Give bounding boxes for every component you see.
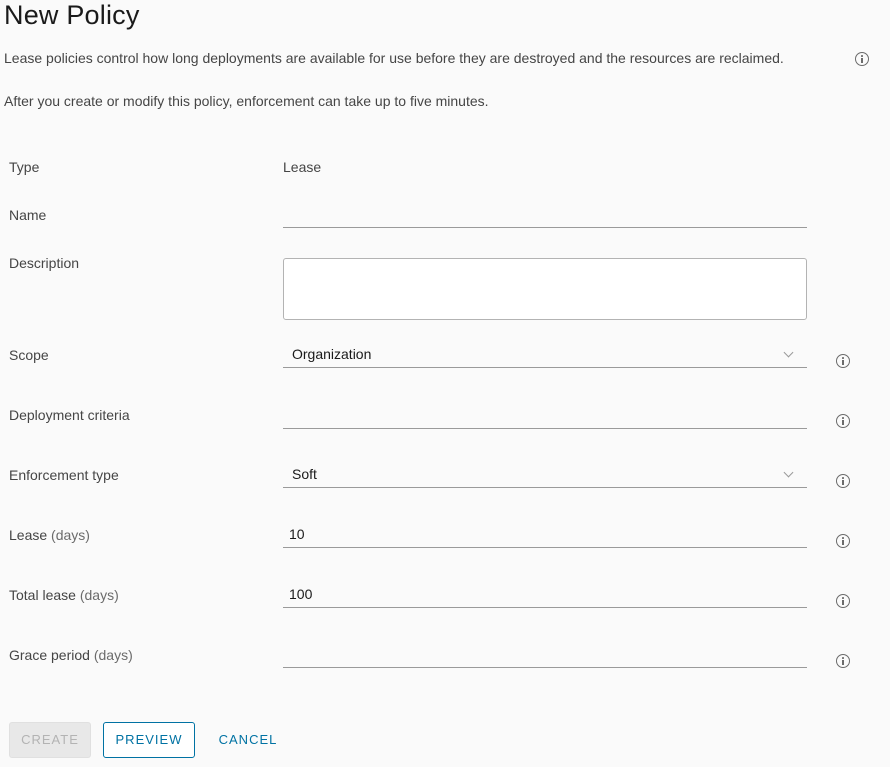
grace-period-input[interactable] — [283, 642, 807, 668]
scope-label: Scope — [9, 347, 49, 363]
enforcement-note: After you create or modify this policy, … — [4, 93, 489, 109]
total-lease-input[interactable]: 100 — [283, 582, 807, 608]
scope-select[interactable]: Organization — [283, 342, 807, 368]
name-label: Name — [9, 207, 47, 223]
lease-label-text: Lease — [9, 527, 48, 543]
chevron-down-icon — [783, 467, 794, 478]
deployment-criteria-input[interactable] — [283, 403, 807, 429]
policy-description: Lease policies control how long deployme… — [4, 50, 784, 66]
lease-input[interactable]: 10 — [283, 522, 807, 548]
scope-selected-value: Organization — [292, 346, 372, 362]
deployment-criteria-label: Deployment criteria — [9, 407, 130, 423]
total-lease-label: Total lease (days) — [9, 587, 119, 603]
enforcement-type-info-icon[interactable] — [836, 474, 850, 488]
lease-label: Lease (days) — [9, 527, 90, 543]
grace-period-info-icon[interactable] — [836, 654, 850, 668]
description-label: Description — [9, 255, 80, 271]
page-title: New Policy — [4, 0, 140, 30]
grace-period-label-text: Grace period — [9, 647, 90, 663]
info-icon[interactable] — [855, 52, 869, 66]
description-textarea[interactable] — [283, 258, 807, 320]
enforcement-type-select[interactable]: Soft — [283, 462, 807, 488]
enforcement-type-selected-value: Soft — [292, 466, 317, 482]
name-input[interactable] — [283, 202, 807, 228]
total-lease-info-icon[interactable] — [836, 594, 850, 608]
scope-info-icon[interactable] — [836, 354, 850, 368]
type-label: Type — [9, 159, 40, 175]
grace-period-label-unit: (days) — [93, 647, 133, 663]
enforcement-type-label: Enforcement type — [9, 467, 119, 483]
lease-info-icon[interactable] — [836, 534, 850, 548]
preview-button[interactable]: PREVIEW — [103, 722, 195, 758]
total-lease-input-value: 100 — [289, 586, 313, 602]
total-lease-label-unit: (days) — [79, 587, 119, 603]
lease-input-value: 10 — [289, 526, 305, 542]
grace-period-label: Grace period (days) — [9, 647, 133, 663]
total-lease-label-text: Total lease — [9, 587, 76, 603]
cancel-button[interactable]: CANCEL — [205, 722, 291, 758]
create-button[interactable]: CREATE — [9, 722, 91, 758]
lease-label-unit: (days) — [51, 527, 90, 543]
chevron-down-icon — [783, 347, 794, 358]
new-policy-page: New Policy Lease policies control how lo… — [0, 0, 890, 767]
deployment-criteria-info-icon[interactable] — [836, 414, 850, 428]
type-value: Lease — [283, 159, 322, 175]
